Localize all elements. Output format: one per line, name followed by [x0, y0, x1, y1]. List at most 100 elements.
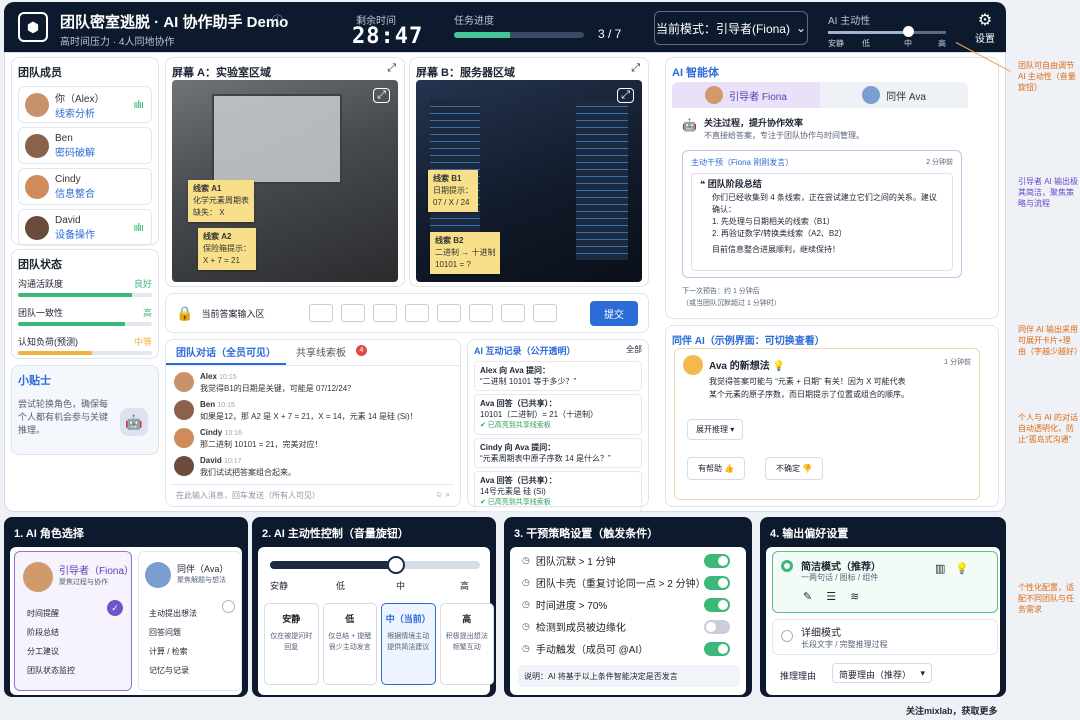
- strategy-toggle[interactable]: [704, 598, 730, 612]
- strategy-icon: ◷: [522, 599, 530, 609]
- initiative-title: 2. AI 主动性控制（音量旋钮）: [262, 528, 409, 540]
- ai-level-label: AI 主动性: [828, 16, 871, 27]
- ai-level-slider[interactable]: [828, 31, 946, 34]
- role-feature: 计算 / 检索: [149, 647, 188, 656]
- member-item[interactable]: Ben 密码破解: [18, 127, 152, 164]
- chat-message: David 10:17 我们试试把答案组合起来。: [174, 456, 452, 478]
- clue-title: 线索 A2: [203, 232, 232, 241]
- ai-log-item: Ava 回答（已共享）： 14号元素是 硅 (Si) ✔ 已高亮到共享线索板: [474, 471, 642, 512]
- message-text: 如果是12，那 A2 是 X + 7 = 21，X = 14，元素 14 是硅 …: [200, 412, 418, 421]
- answer-input-box[interactable]: [437, 304, 462, 322]
- tab-ava[interactable]: 同伴 Ava: [820, 82, 968, 108]
- status-value: 良好: [133, 279, 152, 289]
- strategy-toggle[interactable]: [704, 620, 730, 634]
- expand-reasoning-button[interactable]: 展开推理 ▾: [687, 419, 744, 440]
- role-option-fiona[interactable]: 引导者（Fiona） 聚焦过程与协作 ✓ 时间提醒 阶段总结 分工建议 团队状态监控: [14, 551, 134, 691]
- clue-note: 线索 A1 化学元素周期表 缺失： X: [188, 180, 254, 222]
- role-feature: 分工建议: [27, 647, 59, 656]
- status-bar: [18, 351, 152, 355]
- answer-input-box[interactable]: [469, 304, 494, 322]
- summary-item: 2. 再验证数学/转换类线索（A2、B2）: [712, 229, 847, 238]
- strategy-row: ◷ 团队卡壳（重复讨论同一点 > 2 分钟）: [522, 575, 706, 590]
- strategy-title: 3. 干预策略设置（触发条件）: [514, 528, 659, 540]
- ai-agents-panel: AI 智能体 引导者 Fiona 同伴 Ava 🤖 关注过程，提升协作效率 不直…: [665, 57, 999, 319]
- expand-icon[interactable]: ⤢: [373, 88, 390, 103]
- message-time: 10:17: [224, 458, 242, 465]
- strategy-toggle[interactable]: [704, 642, 730, 656]
- initiative-knob[interactable]: [387, 556, 405, 574]
- helpful-label: 有帮助: [698, 464, 722, 473]
- detailed-mode-label: 详细模式: [801, 628, 841, 639]
- chat-input[interactable]: 在此输入消息，回车发送（所有人可见） ☺ ⌕: [172, 484, 454, 502]
- status-label: 沟通活跃度: [18, 279, 64, 289]
- member-role: 设备操作: [55, 229, 95, 241]
- role-option-ava[interactable]: 同伴（Ava） 聚焦解题与想法 主动提出想法 回答问题 计算 / 检索 记忆与记录: [138, 551, 242, 691]
- strategy-row: ◷ 时间进度 > 70%: [522, 597, 607, 612]
- answer-input-box[interactable]: [341, 304, 366, 322]
- unsure-button[interactable]: 不确定 👎: [765, 457, 824, 480]
- clue-body: 化学元素周期表 缺失： X: [193, 196, 249, 217]
- strategy-note: 说明：AI 将基于以上条件智能决定是否发言: [518, 665, 740, 687]
- member-item[interactable]: Cindy 信息整合: [18, 168, 152, 205]
- initiative-slider[interactable]: [270, 561, 480, 569]
- reason-select[interactable]: 简要理由（推荐） ▾: [832, 663, 932, 683]
- submit-button[interactable]: 提交: [590, 300, 638, 326]
- annotation: 团队可自由调节 AI 主动性（音量旋钮）: [1018, 61, 1076, 92]
- detailed-mode-option[interactable]: 详细模式 长段文字 / 完整推理过程: [772, 619, 998, 655]
- initiative-option[interactable]: 中（当前） 根据情境主动提供简洁建议: [381, 603, 436, 685]
- avatar: [174, 372, 194, 392]
- expand-icon[interactable]: ⤢: [617, 88, 634, 103]
- member-item[interactable]: 你（Alex） 线索分析 ıılıı: [18, 86, 152, 123]
- mode-select[interactable]: 当前模式：引导者(Fiona) ⌄: [654, 11, 808, 45]
- tab-team-chat[interactable]: 团队对话（全员可见）: [166, 340, 286, 365]
- avatar: [174, 400, 194, 420]
- robot-icon: 🤖: [120, 408, 148, 436]
- app-subtitle: 高时间压力 · 4人同地协作: [60, 37, 175, 48]
- settings-button[interactable]: ⚙ 设置: [964, 10, 1006, 45]
- answer-input-box[interactable]: [501, 304, 526, 322]
- peer-idea-card: Ava 的新想法 💡 1 分钟前 我觉得答案可能与 “元素 + 日期” 有关！因…: [674, 348, 980, 500]
- strategy-label: 团队沉默 > 1 分钟: [535, 557, 616, 568]
- strategy-toggle[interactable]: [704, 554, 730, 568]
- avatar: [25, 174, 49, 199]
- initiative-option[interactable]: 低仅总结 + 提醒很少主动发言: [322, 603, 377, 685]
- option-title: 低: [345, 614, 355, 624]
- voice-wave-icon: ıılıı: [133, 221, 144, 234]
- strategy-toggle[interactable]: [704, 576, 730, 590]
- avatar: [145, 562, 171, 588]
- initiative-option[interactable]: 安静 仅在被提问时回复: [264, 603, 319, 685]
- intervention-time: 2 分钟前: [926, 159, 953, 166]
- tab-fiona[interactable]: 引导者 Fiona: [672, 82, 820, 108]
- concise-mode-option[interactable]: 简洁模式（推荐） 一两句话 / 图标 / 组件 ✎☰≋ ▥💡: [772, 551, 998, 613]
- member-item[interactable]: David 设备操作 ıılıı: [18, 209, 152, 246]
- radio-selected-icon: [781, 560, 793, 572]
- answer-input-box[interactable]: [405, 304, 430, 322]
- strategy-row: ◷ 检测到成员被边缘化: [522, 619, 626, 634]
- ai-log-filter[interactable]: 全部: [626, 344, 642, 357]
- info-icon[interactable]: ⓘ: [272, 12, 283, 28]
- initiative-option[interactable]: 高积极提出想法频繁互动: [439, 603, 494, 685]
- ai-level-knob[interactable]: [903, 26, 915, 37]
- strategy-row: ◷ 手动触发（成员可 @AI）: [522, 641, 648, 656]
- initiative-tick: 高: [460, 581, 470, 591]
- answer-input-box[interactable]: [533, 304, 558, 322]
- tab-shared-board[interactable]: 共享线索板: [286, 340, 356, 365]
- log-body: “二进制 10101 等于多少？”: [480, 377, 577, 386]
- emoji-icon[interactable]: ☺ ⌕: [435, 490, 450, 500]
- message-text: 我们试试把答案组合起来。: [200, 468, 296, 477]
- main-panel: 团队成员 你（Alex） 线索分析 ıılıı Ben 密码破解 Cindy 信息整合 …: [4, 52, 1006, 512]
- member-name: 你（Alex）: [55, 93, 105, 105]
- intervention-card: 主动干预（Fiona 刚刚发言） 2 分钟前 ❝ 团队阶段总结 你们已经收集到 …: [682, 150, 962, 278]
- peer-idea-title: Ava 的新想法 💡: [709, 361, 785, 372]
- answer-input-box[interactable]: [373, 304, 398, 322]
- answer-area: 🔒 当前答案输入区 提交: [165, 293, 649, 333]
- member-name: David: [55, 214, 81, 226]
- answer-input-box[interactable]: [309, 304, 334, 322]
- reason-label: 推理理由: [780, 671, 817, 681]
- helpful-button[interactable]: 有帮助 👍: [687, 457, 746, 480]
- concise-mode-sub: 一两句话 / 图标 / 组件: [801, 573, 879, 582]
- role-sub: 聚焦过程与协作: [59, 579, 108, 586]
- message-time: 10:15: [217, 402, 235, 409]
- expand-icon[interactable]: ⤢: [387, 62, 396, 75]
- expand-icon[interactable]: ⤢: [631, 62, 640, 75]
